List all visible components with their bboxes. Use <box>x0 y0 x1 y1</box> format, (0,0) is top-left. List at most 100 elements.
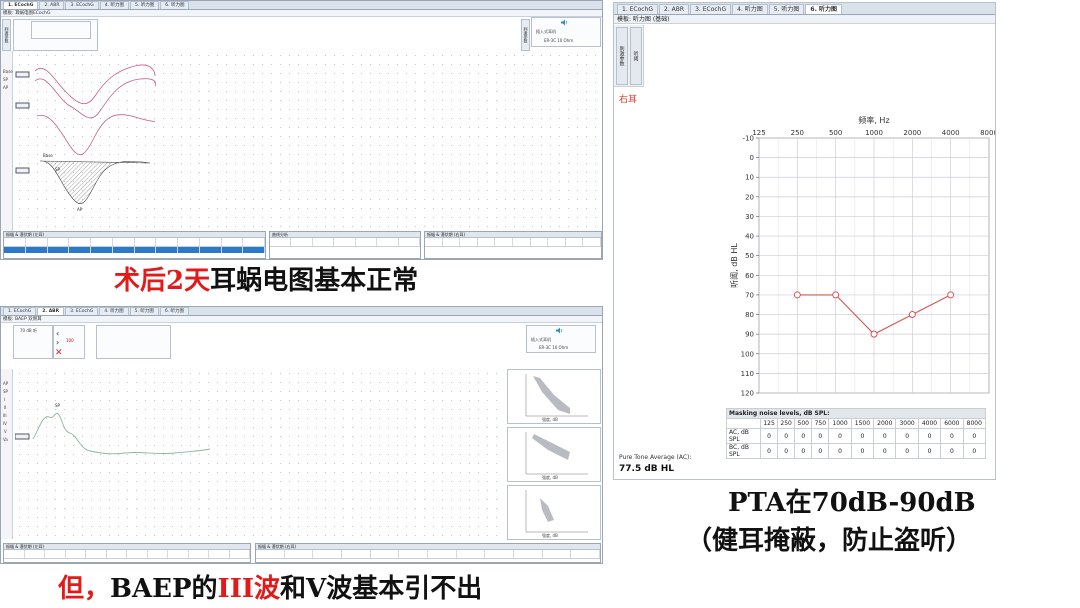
caption-abr-red1: III波 <box>217 574 281 604</box>
tab-audiogram-5[interactable]: 5. 听力图 <box>768 4 805 14</box>
y-tick-label: 120 <box>741 390 754 398</box>
wave-label-sp: SP <box>55 403 61 408</box>
abr-side-plot-3: 强度, dB <box>507 485 601 540</box>
tab-ecochg-3[interactable]: 3. ECochG <box>690 4 732 14</box>
masking-freq-cell: 6000 <box>940 418 964 429</box>
masking-freq-cell: 750 <box>811 418 830 429</box>
masking-value-cell: 0 <box>873 428 897 444</box>
ecochg-transducer-panel: 插入式耳机 ER-3C 10 Ohm <box>531 17 601 47</box>
marker-box-2 <box>15 102 30 109</box>
caption-pta-line2: （健耳掩蔽，防止盗听） <box>686 526 973 556</box>
caption-ecochg-black: 耳蜗电图基本正常 <box>210 266 419 296</box>
masking-value-cell: 0 <box>873 443 897 459</box>
wave-label-ap: AP <box>77 207 83 212</box>
abr-stim-panel: ‹ › ✕ 100 <box>53 325 85 359</box>
tab-ecochg-1[interactable]: 1. ECochG <box>3 1 39 9</box>
masking-title: Masking noise levels, dB SPL: <box>726 408 986 419</box>
waveform-trace-2 <box>34 78 156 119</box>
masking-value-cell: 0 <box>759 428 779 444</box>
tab-ecochg-1[interactable]: 1. ECochG <box>3 307 37 315</box>
masking-freq-cell: 2000 <box>873 418 897 429</box>
abr-side-plot-1: 强度, dB <box>507 369 601 424</box>
tab-audiogram-5[interactable]: 5. 听力图 <box>129 307 159 315</box>
transducer-sub: ER-3C 10 Ohm <box>539 345 569 350</box>
tab-abr-2[interactable]: 2. ABR <box>37 307 65 315</box>
table-row[interactable] <box>4 247 265 253</box>
side-button-stim[interactable]: 刺激参数 <box>616 27 628 85</box>
stim-value: 100 <box>66 338 74 343</box>
transducer-sub: ER-3C 10 Ohm <box>544 38 574 43</box>
abr-side-plot-2: 强度, dB <box>507 427 601 482</box>
tab-audiogram-4[interactable]: 4. 听力图 <box>99 1 129 9</box>
ecochg-side-tab-left[interactable]: 刺激参数 <box>2 19 11 51</box>
gutter-label: AP <box>3 381 9 386</box>
gutter-label: IV <box>3 421 7 426</box>
prev-arrow-icon[interactable]: ‹ <box>56 329 59 338</box>
masking-table: Masking noise levels, dB SPL: 125 250 500 7… <box>726 408 987 459</box>
masking-value-cell: 0 <box>794 428 813 444</box>
marker-box-3 <box>15 167 30 174</box>
x-axis-label: 频率, Hz <box>858 115 889 125</box>
side-button-threshold[interactable]: 听阈 <box>630 27 642 85</box>
ecochg-side-tab-right[interactable]: 刺激参数 <box>521 19 530 51</box>
marker-box <box>15 433 30 440</box>
y-tick-label: 10 <box>745 174 754 182</box>
gutter-label: I <box>4 397 6 402</box>
tab-audiogram-4[interactable]: 4. 听力图 <box>732 4 768 14</box>
audiogram-chart: 125 250 500 1000 2000 4000 8000 -10 0 10 20 30 40 50 6… <box>729 115 995 398</box>
data-point <box>793 291 801 299</box>
masking-freq-cell: 500 <box>794 418 813 429</box>
tab-ecochg-1[interactable]: 1. ECochG <box>617 4 659 14</box>
gutter-label-sp: SP <box>3 77 8 82</box>
caption-abr-part2: 和V波基本引不出 <box>280 574 483 604</box>
masking-freq-cell: 3000 <box>895 418 919 429</box>
masking-value-cell: 0 <box>828 428 852 444</box>
next-arrow-icon[interactable]: › <box>56 338 59 347</box>
speaker-icon <box>561 19 567 26</box>
caption-pta-line1: PTA在70dB-90dB <box>728 488 976 518</box>
masking-freq-row: 125 250 500 750 1000 1500 2000 3000 4000 6000 8000 <box>726 418 987 429</box>
x-tick-label: 250 <box>791 129 804 137</box>
ecochg-view-title: 模板: 耳蜗电图ECochG <box>1 10 602 17</box>
x-tick-label: 4000 <box>942 129 960 137</box>
abr-window: 1. ECochG 2. ABR 3. ECochG 4. 听力图 5. 听力图… <box>0 306 603 564</box>
speaker-icon <box>556 327 562 334</box>
tab-audiogram-6[interactable]: 6. 听力图 <box>805 4 842 14</box>
abr-level-panel: 70 dB 听 <box>13 325 53 359</box>
y-tick-label: 30 <box>745 213 754 221</box>
ecochg-table-right: 振幅 & 潜伏期 (右耳) <box>424 231 602 259</box>
y-tick-label: 80 <box>745 311 754 319</box>
y-tick-label: 60 <box>745 272 754 280</box>
y-axis-label: 听阈, dB HL <box>729 243 739 288</box>
y-tick-label: -10 <box>743 135 754 143</box>
side-plot-xlabel: 强度, dB <box>542 475 558 480</box>
masking-freq-cell: 1500 <box>850 418 875 429</box>
wave-label-base: Base <box>43 153 53 158</box>
tab-audiogram-5[interactable]: 5. 听力图 <box>130 1 160 9</box>
y-tick-label: 110 <box>741 370 754 378</box>
y-tick-label: 0 <box>750 154 754 162</box>
gutter-label: III <box>3 413 7 418</box>
tab-audiogram-4[interactable]: 4. 听力图 <box>99 307 129 315</box>
tab-audiogram-6[interactable]: 6. 听力图 <box>160 1 190 9</box>
pta-value: 77.5 dB HL <box>619 464 675 474</box>
tab-abr-2[interactable]: 2. ABR <box>39 1 65 9</box>
abr-tabs: 1. ECochG 2. ABR 3. ECochG 4. 听力图 5. 听力图… <box>1 307 602 316</box>
abr-table-left: 振幅 & 潜伏期 (左耳) <box>3 543 251 563</box>
data-point <box>832 291 840 299</box>
masking-value-cell: 0 <box>794 443 813 459</box>
x-tick-label: 2000 <box>903 129 921 137</box>
data-point <box>870 330 878 338</box>
ecochg-waveforms: Base SP AP <box>15 64 156 212</box>
masking-freq-cell: 8000 <box>962 418 987 429</box>
tab-ecochg-3[interactable]: 3. ECochG <box>65 1 99 9</box>
tab-abr-2[interactable]: 2. ABR <box>659 4 690 14</box>
wave-label-sp: SP <box>55 167 61 172</box>
tab-ecochg-3[interactable]: 3. ECochG <box>65 307 99 315</box>
masking-value-cell: 0 <box>917 428 942 444</box>
close-icon[interactable]: ✕ <box>55 348 63 358</box>
tab-audiogram-6[interactable]: 6. 听力图 <box>159 307 190 315</box>
masking-value-cell: 0 <box>811 428 830 444</box>
masking-freq-cell: 1000 <box>828 418 852 429</box>
masking-row-ac: AC, dB SPL 0 0 0 0 0 0 0 0 0 0 0 <box>726 428 987 444</box>
